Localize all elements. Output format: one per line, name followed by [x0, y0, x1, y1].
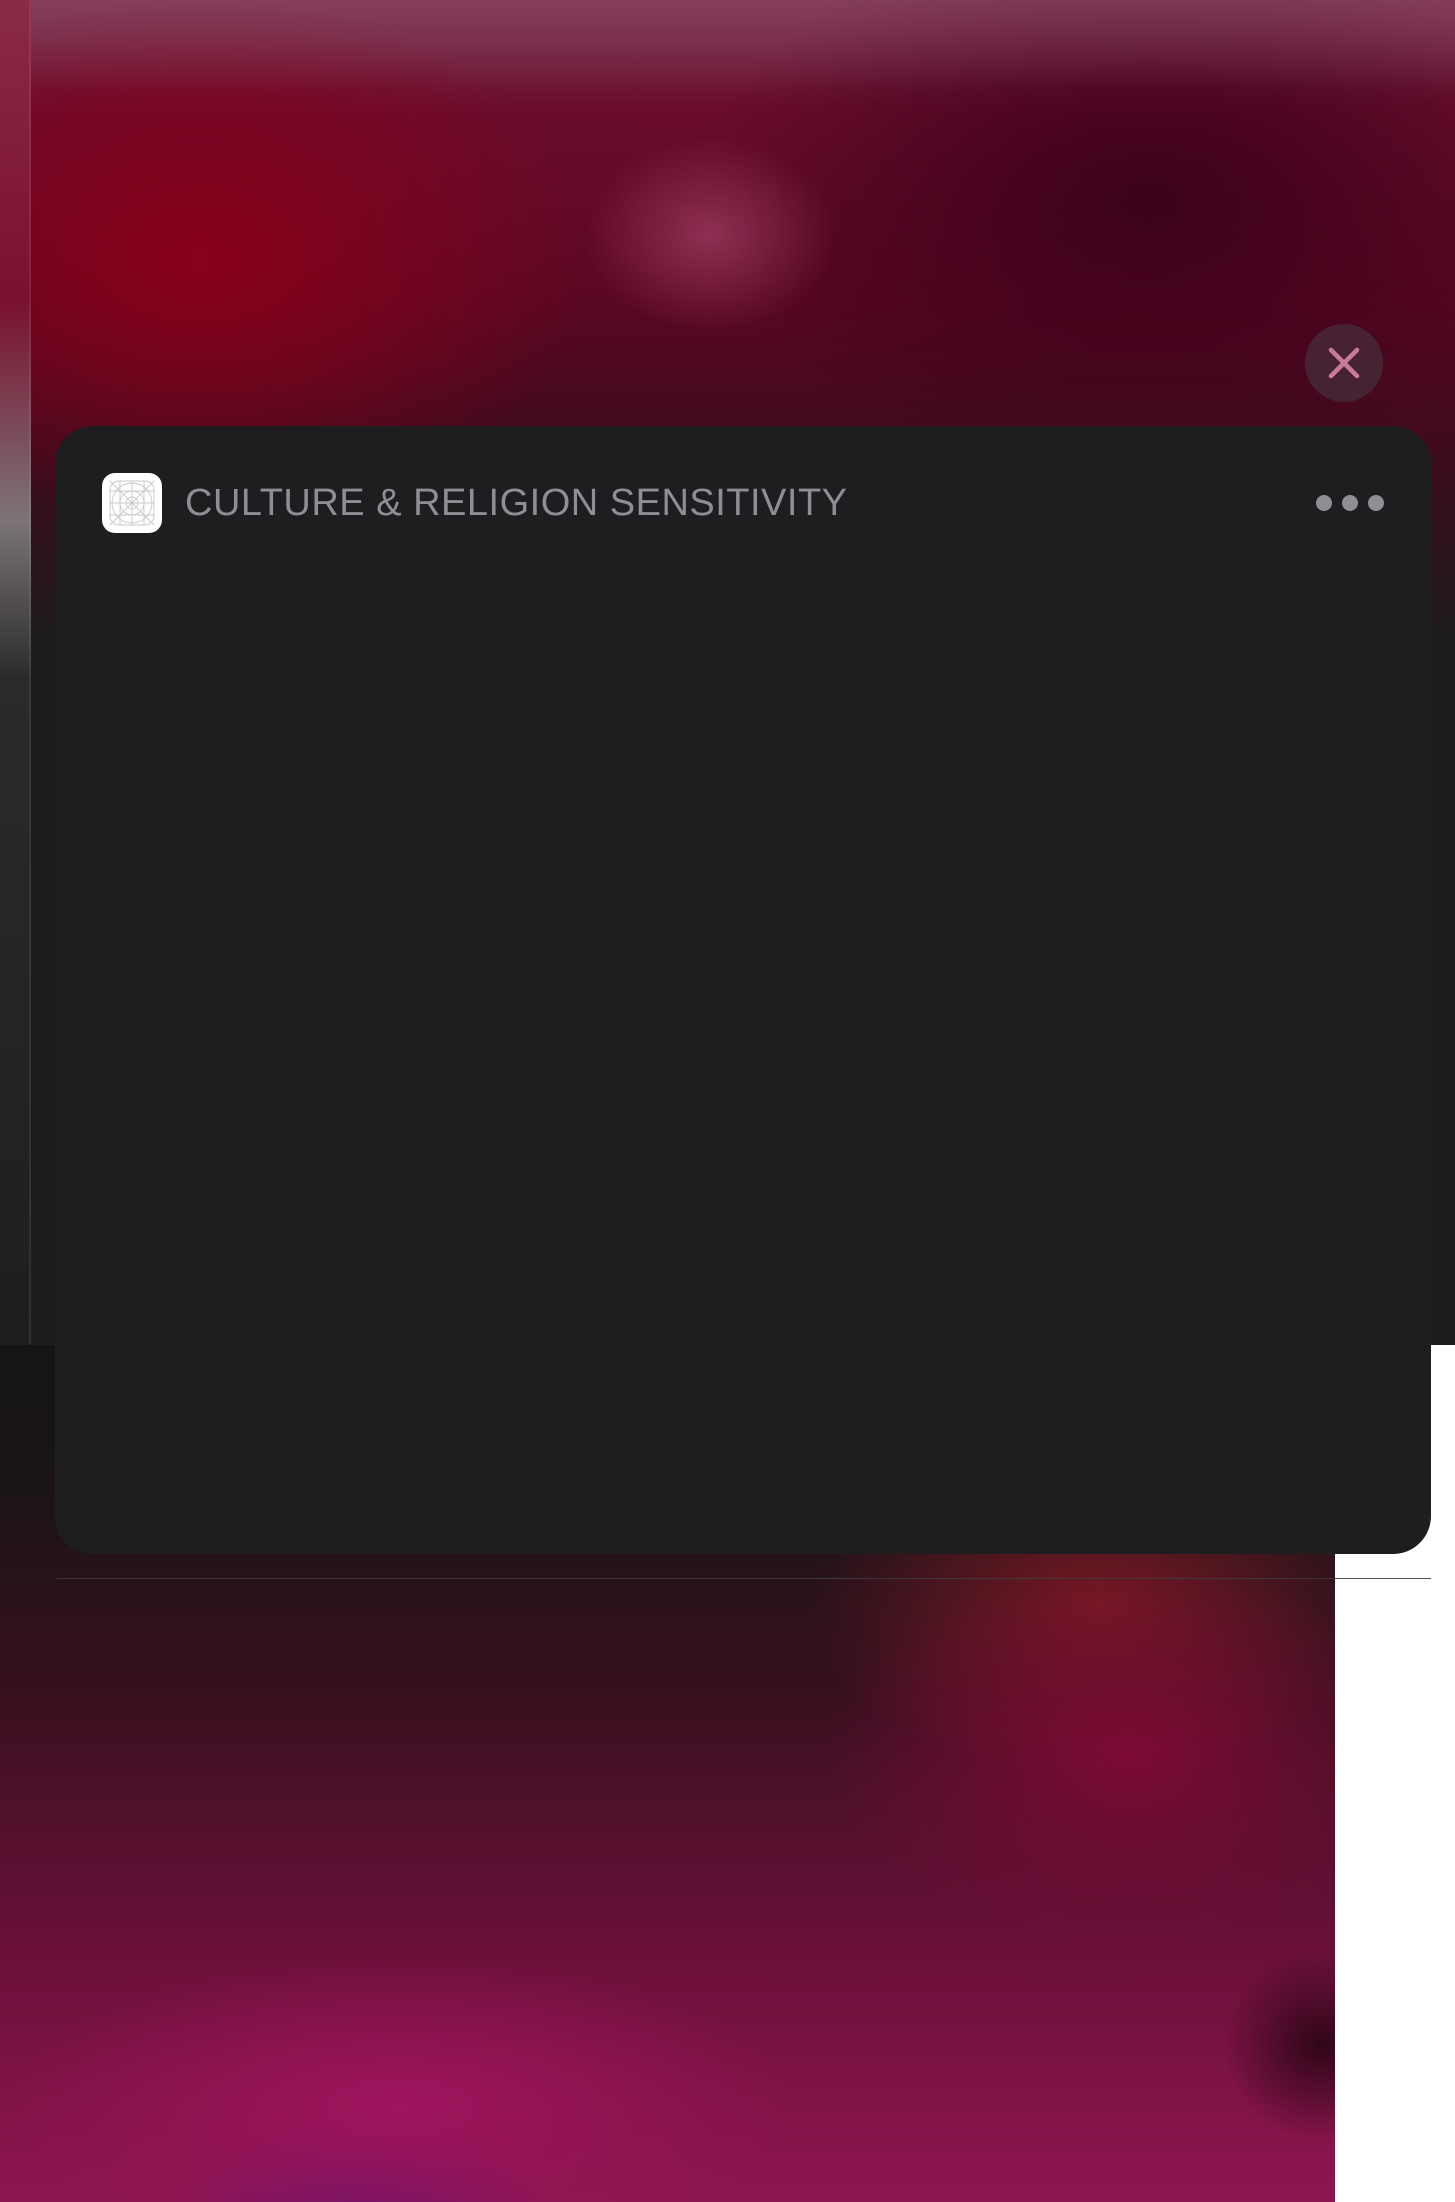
ellipsis-dot	[1342, 495, 1358, 511]
background-app-card-edge	[0, 0, 31, 1345]
close-icon	[1328, 347, 1360, 379]
widget-card[interactable]: CULTURE & RELIGION SENSITIVITY	[55, 426, 1431, 1554]
close-button[interactable]	[1305, 324, 1383, 402]
more-options-button[interactable]	[1306, 485, 1384, 521]
divider	[57, 1578, 1431, 1579]
widget-title: CULTURE & RELIGION SENSITIVITY	[185, 481, 848, 524]
ellipsis-dot	[1368, 495, 1384, 511]
ellipsis-icon	[1316, 495, 1332, 511]
widget-header: CULTURE & RELIGION SENSITIVITY	[102, 473, 1384, 533]
app-placeholder-icon	[102, 473, 162, 533]
